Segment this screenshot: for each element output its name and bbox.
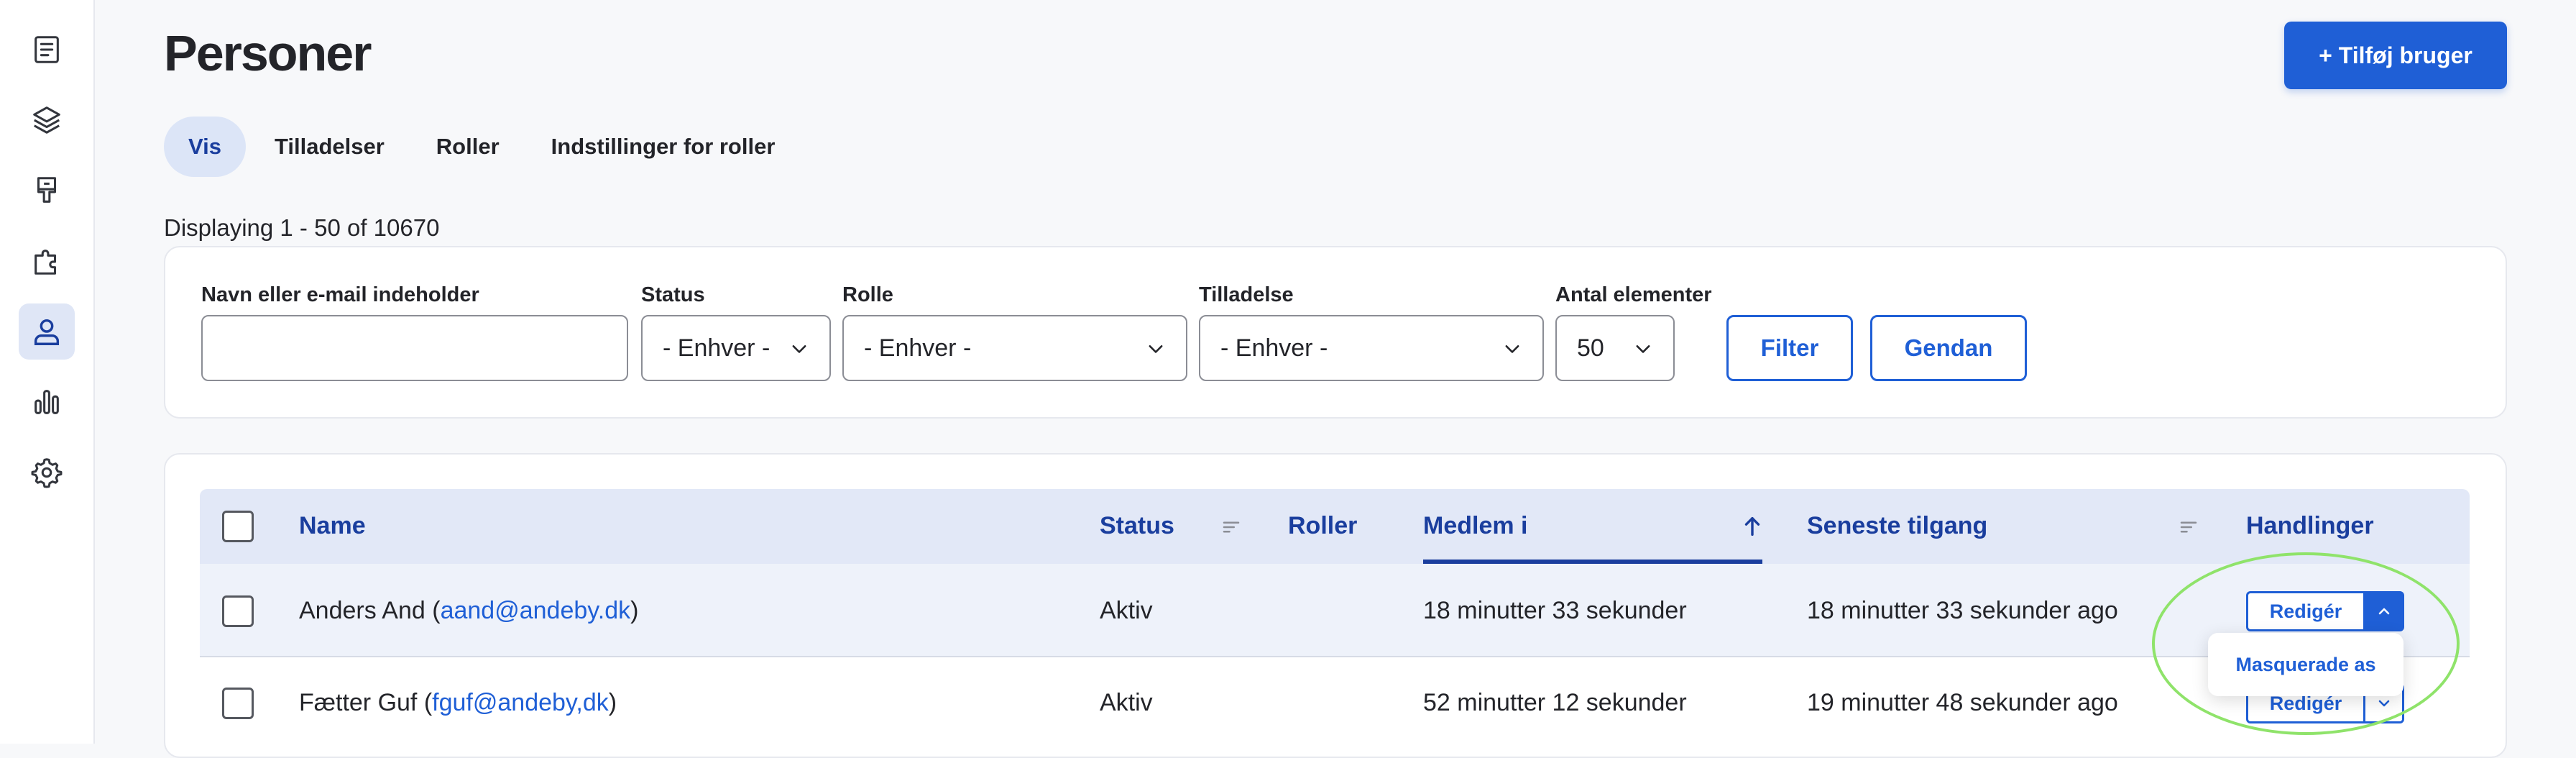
sort-icon[interactable] [1220, 516, 1242, 538]
name-filter-input[interactable] [201, 315, 628, 381]
chevron-down-icon [1505, 345, 1519, 353]
nav-structure[interactable] [19, 92, 75, 148]
column-roles: Roller [1288, 512, 1358, 539]
column-actions: Handlinger [2246, 512, 2374, 539]
items-per-page-value: 50 [1577, 334, 1604, 362]
nav-appearance[interactable] [19, 163, 75, 219]
document-icon [34, 36, 59, 63]
nav-people[interactable] [19, 303, 75, 360]
tab-roles[interactable]: Roller [410, 117, 525, 177]
user-name[interactable]: Anders And [299, 597, 426, 624]
actions-toggle-button[interactable] [2365, 591, 2404, 631]
sort-icon[interactable] [2178, 516, 2199, 538]
tab-vis[interactable]: Vis [164, 117, 246, 177]
layers-icon [33, 106, 60, 134]
nav-content[interactable] [19, 22, 75, 78]
status-filter-label: Status [641, 283, 705, 306]
column-member[interactable]: Medlem i [1423, 512, 1527, 540]
brush-icon [37, 177, 57, 203]
column-name[interactable]: Name [299, 512, 366, 540]
row-checkbox[interactable] [222, 688, 254, 719]
reset-button[interactable]: Gendan [1870, 315, 2027, 381]
bar-chart-icon [34, 390, 59, 414]
masquerade-menu-item[interactable]: Masquerade as [2208, 633, 2404, 696]
nav-extend[interactable] [19, 233, 75, 289]
chevron-down-icon [1149, 345, 1163, 353]
chevron-up-icon [2378, 608, 2389, 615]
member-cell: 18 minutter 33 sekunder [1423, 597, 1687, 624]
last-access-cell: 18 minutter 33 sekunder ago [1807, 597, 2118, 624]
puzzle-icon [34, 250, 57, 275]
permission-select-value: - Enhver - [1220, 334, 1328, 362]
role-select[interactable]: - Enhver - [842, 315, 1187, 381]
role-select-value: - Enhver - [864, 334, 972, 362]
select-all-checkbox[interactable] [222, 511, 254, 542]
items-per-page-select[interactable]: 50 [1555, 315, 1675, 381]
permission-select[interactable]: - Enhver - [1199, 315, 1544, 381]
chevron-down-icon [1636, 345, 1650, 353]
status-select[interactable]: - Enhver - [641, 315, 831, 381]
member-cell: 52 minutter 12 sekunder [1423, 689, 1687, 716]
chevron-down-icon [2378, 700, 2389, 707]
user-name-cell: Anders And (aand@andeby.dk) [299, 597, 639, 624]
page-title: Personer [164, 25, 372, 81]
tab-permissions[interactable]: Tilladelser [249, 117, 410, 177]
filter-button[interactable]: Filter [1726, 315, 1853, 381]
column-last-access[interactable]: Seneste tilgang [1807, 512, 1987, 540]
count-filter-label: Antal elementer [1555, 283, 1712, 306]
user-name-cell: Fætter Guf (fguf@andeby,dk) [299, 689, 617, 716]
tab-role-settings[interactable]: Indstillinger for roller [525, 117, 801, 177]
column-status[interactable]: Status [1100, 512, 1174, 540]
add-user-button[interactable]: + Tilføj bruger [2284, 22, 2507, 89]
name-filter-label: Navn eller e-mail indeholder [201, 283, 479, 306]
user-email-link[interactable]: fguf@andeby,dk [432, 689, 609, 716]
edit-button[interactable]: Redigér [2246, 591, 2365, 631]
status-cell: Aktiv [1100, 689, 1153, 716]
status-select-value: - Enhver - [663, 334, 770, 362]
user-icon [34, 319, 60, 345]
user-name[interactable]: Fætter Guf [299, 689, 417, 716]
last-access-cell: 19 minutter 48 sekunder ago [1807, 689, 2118, 716]
nav-configuration[interactable] [19, 444, 75, 501]
sidebar [0, 0, 95, 744]
role-filter-label: Rolle [842, 283, 893, 306]
permission-filter-label: Tilladelse [1199, 283, 1294, 306]
tabs: Vis Tilladelser Roller Indstillinger for… [164, 117, 801, 177]
gear-icon [31, 458, 63, 488]
user-email-link[interactable]: aand@andeby.dk [441, 597, 631, 624]
row-checkbox[interactable] [222, 595, 254, 627]
status-cell: Aktiv [1100, 597, 1153, 624]
filter-panel: Navn eller e-mail indeholder Status - En… [164, 246, 2507, 419]
chevron-down-icon [792, 345, 806, 353]
sort-ascending-icon[interactable] [1740, 514, 1765, 539]
result-count: Displaying 1 - 50 of 10670 [164, 214, 440, 241]
nav-reports[interactable] [19, 374, 75, 430]
